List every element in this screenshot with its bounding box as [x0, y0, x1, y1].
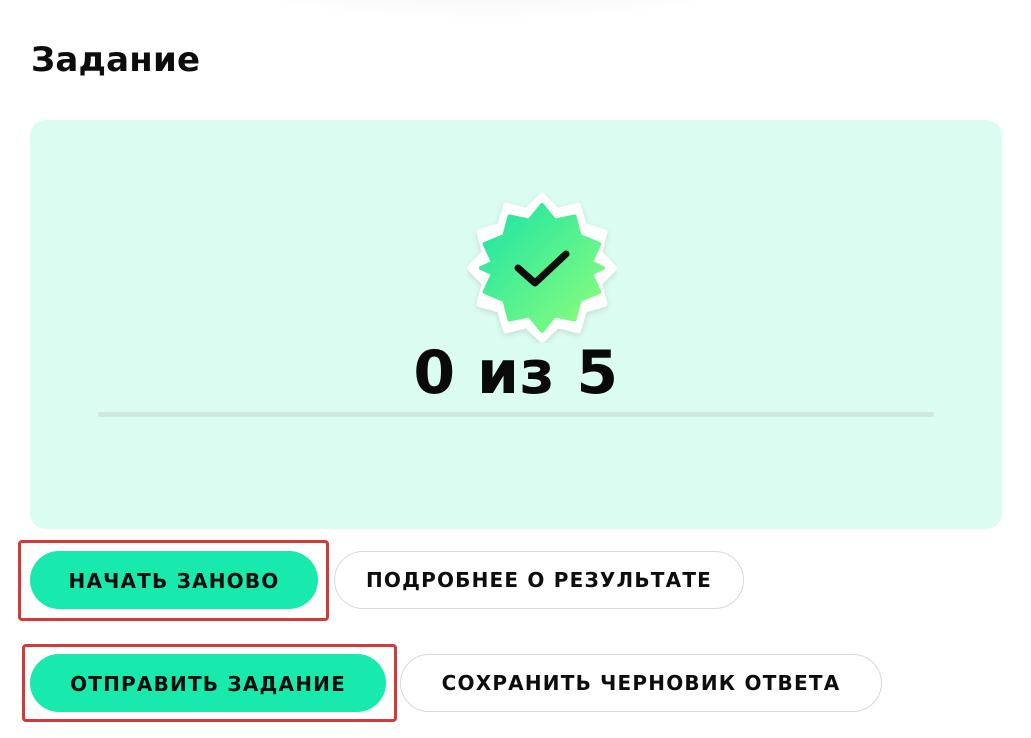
save-draft-button[interactable]: СОХРАНИТЬ ЧЕРНОВИК ОТВЕТА	[400, 654, 882, 712]
score-progress-bar	[98, 412, 934, 417]
check-badge-icon	[467, 193, 617, 343]
page-title: Задание	[31, 40, 201, 80]
restart-button[interactable]: НАЧАТЬ ЗАНОВО	[30, 551, 318, 609]
submit-task-button[interactable]: ОТПРАВИТЬ ЗАДАНИЕ	[30, 654, 386, 712]
result-details-button[interactable]: ПОДРОБНЕЕ О РЕЗУЛЬТАТЕ	[334, 551, 744, 609]
result-card: 0 из 5	[30, 120, 1002, 529]
top-shadow-decoration	[230, 0, 750, 20]
score-text: 0 из 5	[413, 338, 619, 408]
